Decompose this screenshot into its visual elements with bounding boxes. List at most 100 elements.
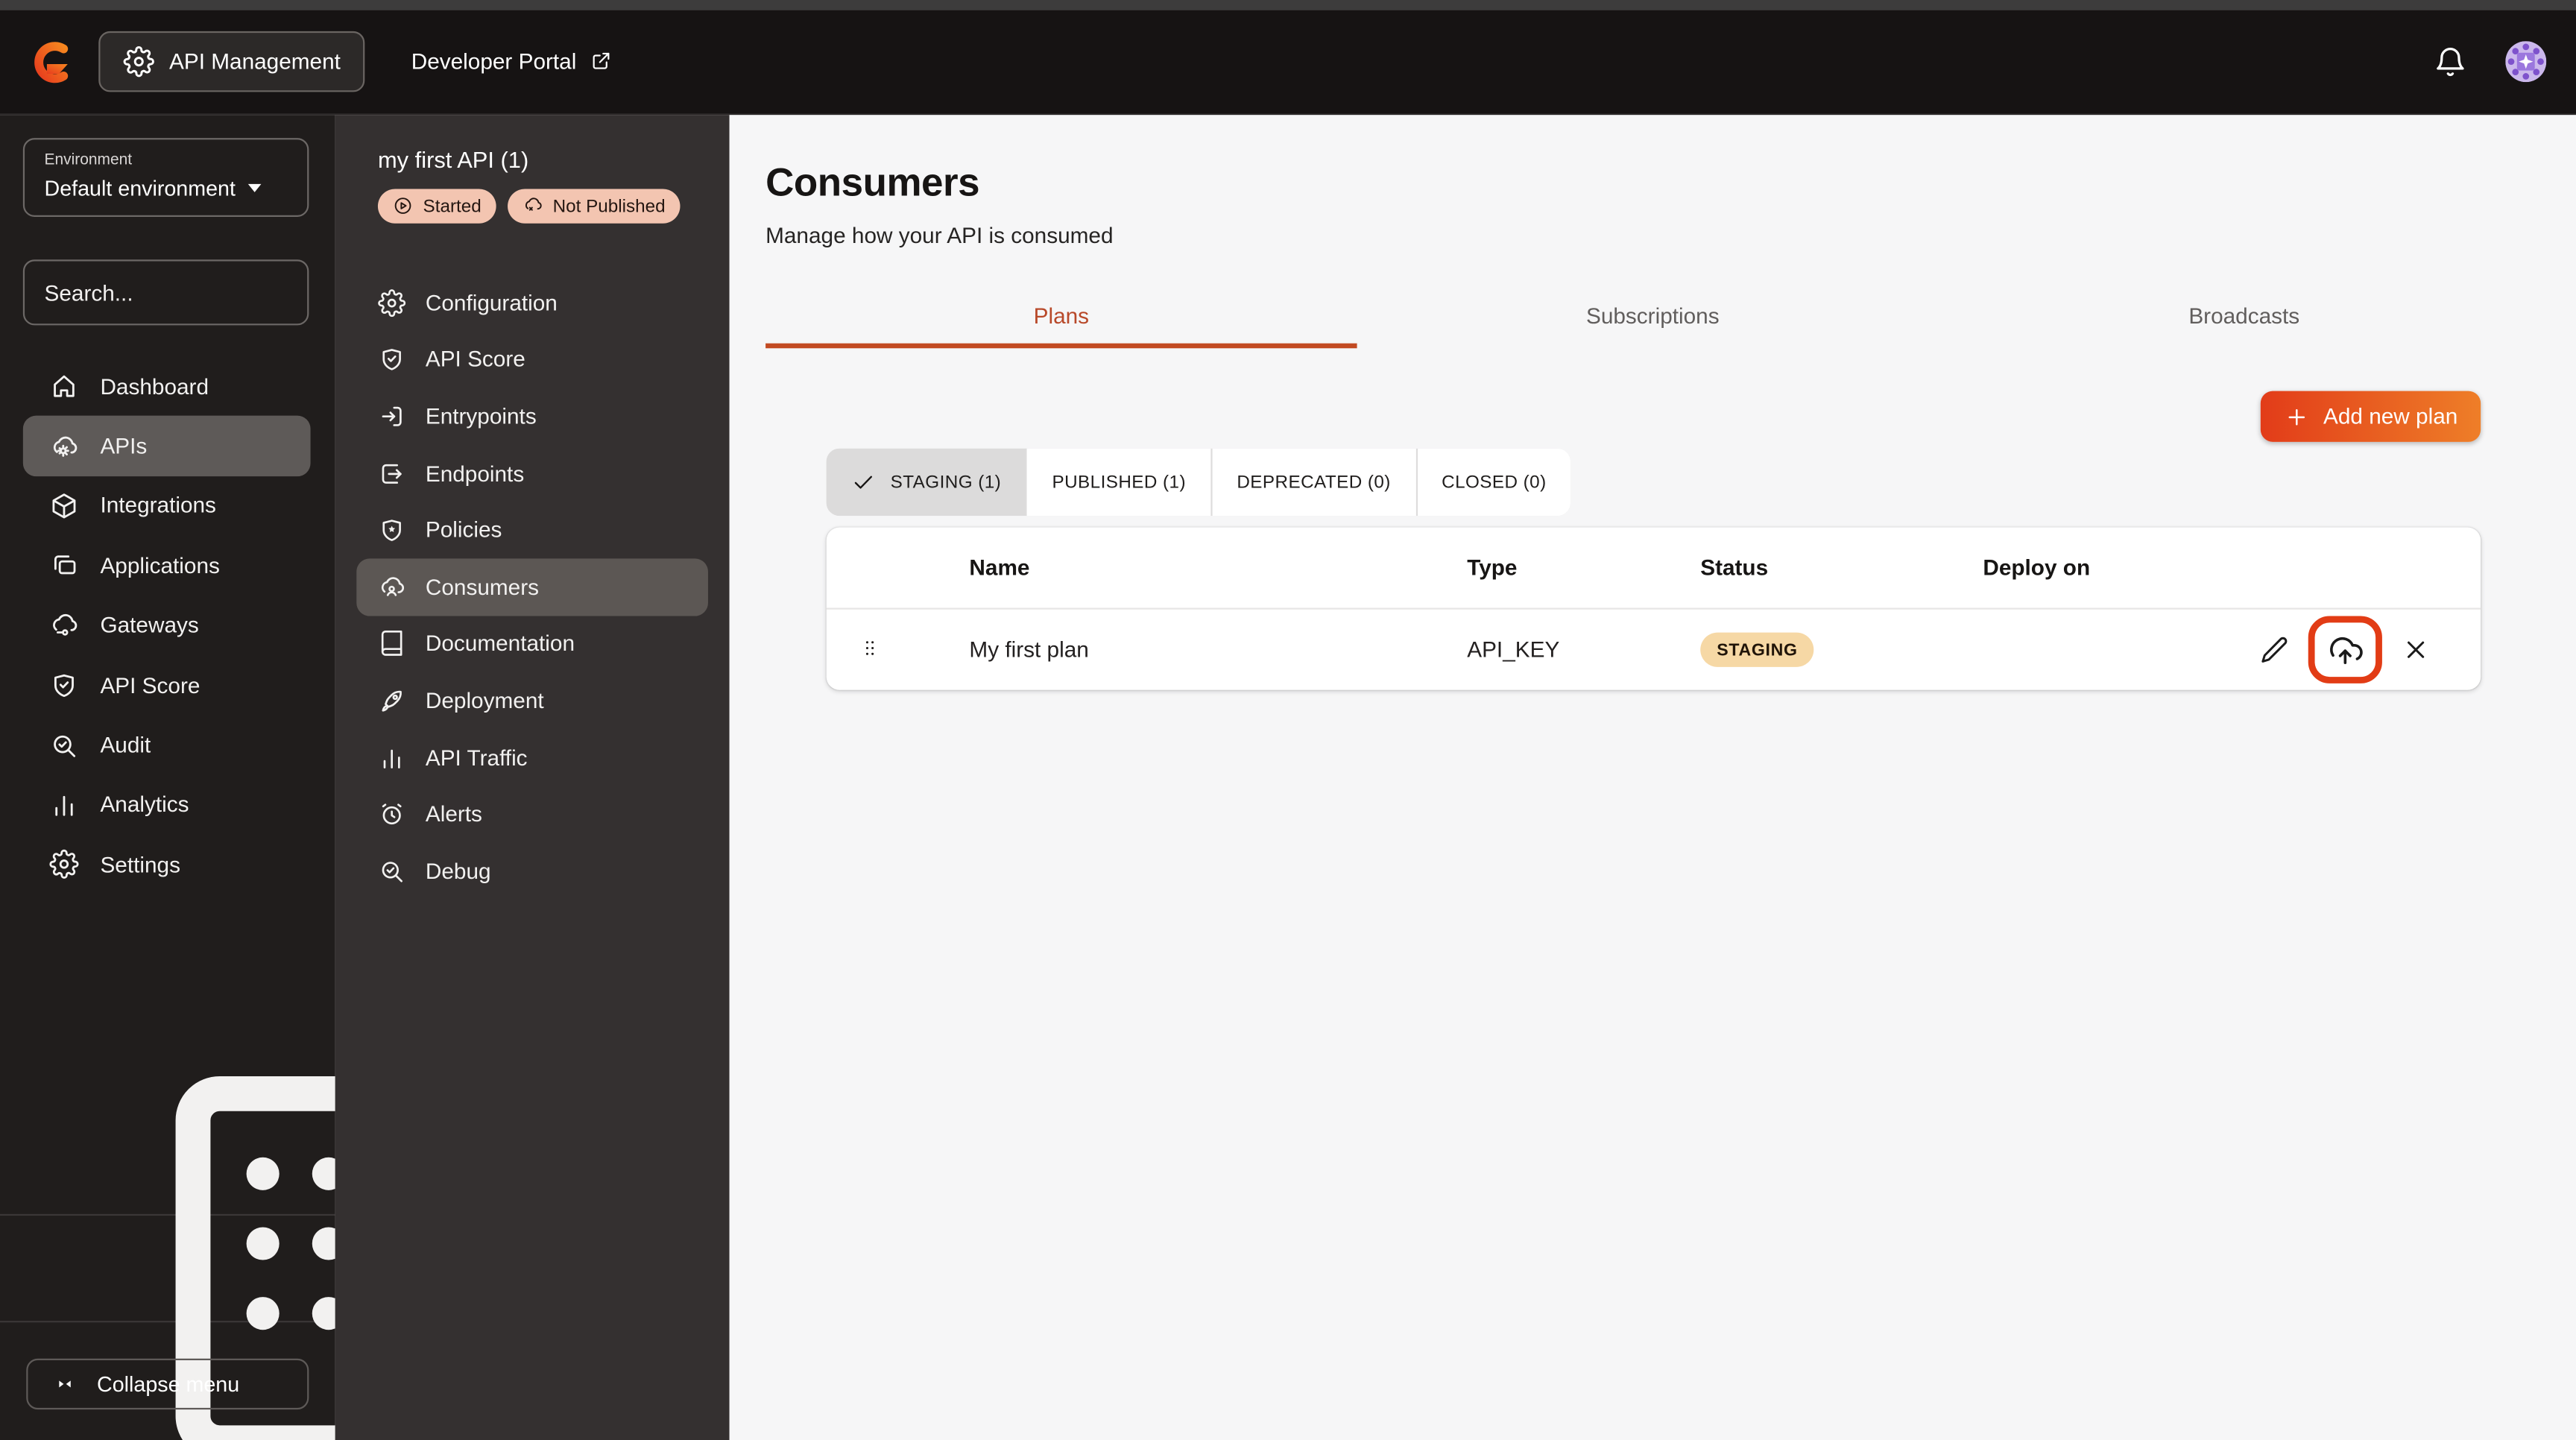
sidebar-item-apis[interactable]: APIs (22, 416, 311, 476)
collapse-menu-button[interactable]: Collapse menu (26, 1358, 309, 1410)
sidebar-item-label: Integrations (100, 493, 216, 519)
gear-icon (378, 288, 406, 317)
api-nav-configuration[interactable]: Configuration (356, 274, 708, 331)
close-plan-icon[interactable] (2400, 634, 2431, 666)
check-icon (851, 470, 876, 494)
organization-section: Organization (0, 1076, 689, 1440)
collapse-menu-label: Collapse menu (97, 1371, 240, 1397)
sidebar-item-api-score[interactable]: API Score (23, 655, 311, 715)
api-nav-label: Deployment (425, 688, 544, 713)
search-input[interactable] (44, 280, 335, 305)
filter-staging[interactable]: STAGING (1) (826, 448, 1028, 517)
sidebar-item-label: Dashboard (100, 373, 209, 399)
sidebar-search (22, 259, 360, 326)
status-badge-started: Started (377, 189, 496, 224)
api-nav-label: Consumers (425, 574, 540, 599)
consumer-tabs: Plans Subscriptions Broadcasts (765, 288, 2539, 349)
row-actions (2259, 616, 2481, 683)
sidebar-item-settings[interactable]: Settings (23, 835, 311, 894)
sidebar-item-gateways[interactable]: Gateways (23, 596, 311, 655)
drag-handle-icon[interactable] (859, 631, 881, 663)
status-badge-not-published: Not Published (507, 189, 681, 224)
notifications-bell-icon[interactable] (2433, 43, 2467, 79)
sidebar-item-label: Analytics (100, 792, 189, 818)
environment-selector[interactable]: Environment Default environment (22, 138, 309, 217)
api-nav-entrypoints[interactable]: Entrypoints (356, 388, 708, 445)
cloud-user-icon (378, 573, 405, 601)
rocket-icon (378, 686, 405, 714)
column-header-type: Type (1467, 555, 1518, 581)
chevron-down-icon (248, 183, 262, 192)
publish-plan-upload-cloud-icon[interactable] (2326, 631, 2364, 669)
column-header-status: Status (1700, 555, 1769, 581)
book-icon (378, 630, 405, 657)
publish-plan-highlight-ring[interactable] (2308, 616, 2382, 683)
filter-deprecated[interactable]: DEPRECATED (0) (1212, 448, 1418, 517)
api-nav-endpoints[interactable]: Endpoints (356, 445, 708, 502)
developer-portal-label: Developer Portal (411, 49, 577, 75)
badge-label: Started (423, 196, 482, 216)
api-nav-label: API Score (425, 347, 525, 372)
api-nav-api-traffic[interactable]: API Traffic (356, 729, 708, 786)
column-header-name: Name (969, 555, 1030, 581)
api-nav: Configuration API Score Entrypoints Endp… (335, 274, 730, 900)
tab-subscriptions[interactable]: Subscriptions (1357, 288, 1948, 349)
sidebar-item-label: API Score (100, 672, 201, 698)
filter-label: CLOSED (0) (1442, 472, 1547, 493)
sidebar-item-analytics[interactable]: Analytics (23, 775, 311, 835)
sidebar-item-label: APIs (100, 434, 148, 459)
api-management-button[interactable]: API Management (98, 31, 365, 92)
sidebar-item-integrations[interactable]: Integrations (23, 476, 311, 536)
api-management-label: API Management (169, 49, 341, 75)
badge-label: Not Published (552, 196, 666, 216)
sidebar-item-label: Audit (100, 733, 151, 758)
sidebar-item-applications[interactable]: Applications (23, 536, 311, 596)
plan-status-filter-group: STAGING (1) PUBLISHED (1) DEPRECATED (0)… (826, 448, 1571, 517)
filter-published[interactable]: PUBLISHED (1) (1027, 448, 1213, 517)
shield-star-icon (378, 516, 405, 543)
main-content: Consumers Manage how your API is consume… (729, 115, 2576, 1440)
cube-icon (49, 491, 79, 521)
api-nav-documentation[interactable]: Documentation (356, 616, 708, 672)
tab-broadcasts[interactable]: Broadcasts (1948, 288, 2539, 349)
bar-chart-icon (49, 790, 79, 820)
api-nav-debug[interactable]: Debug (356, 843, 708, 900)
api-nav-label: Entrypoints (425, 404, 537, 429)
api-nav-label: API Traffic (425, 745, 528, 770)
developer-portal-link[interactable]: Developer Portal (411, 49, 613, 74)
sidebar-item-dashboard[interactable]: Dashboard (23, 356, 311, 416)
table-header-row: Name Type Status Deploy on (826, 528, 2481, 610)
cloud-gear-icon (49, 432, 79, 461)
browser-strip (0, 0, 2576, 10)
cloud-x-icon (523, 196, 543, 217)
collapse-icon (53, 1371, 78, 1396)
column-header-deploy-on: Deploy on (1983, 555, 2091, 581)
sidebar-item-label: Gateways (100, 613, 199, 638)
filter-label: STAGING (1) (890, 472, 1002, 493)
api-status-badges: Started Not Published (377, 189, 707, 224)
api-nav-api-score[interactable]: API Score (356, 331, 708, 388)
api-nav-alerts[interactable]: Alerts (356, 786, 708, 842)
arrow-out-box-icon (378, 459, 405, 487)
plan-type: API_KEY (1467, 637, 1560, 663)
api-nav-consumers[interactable]: Consumers (356, 558, 708, 616)
api-nav-label: Debug (425, 859, 491, 884)
edit-plan-pencil-icon[interactable] (2259, 634, 2291, 666)
gear-icon (123, 45, 154, 78)
cloud-node-icon (49, 610, 79, 640)
add-new-plan-label: Add new plan (2323, 404, 2458, 429)
shield-check-icon (49, 671, 79, 701)
filter-closed[interactable]: CLOSED (0) (1417, 448, 1571, 517)
user-avatar[interactable] (2505, 41, 2547, 83)
sidebar-item-audit[interactable]: Audit (23, 716, 311, 775)
api-nav-policies[interactable]: Policies (356, 502, 708, 558)
environment-value: Default environment (44, 175, 236, 200)
add-new-plan-button[interactable]: Add new plan (2261, 391, 2481, 442)
sidebar-item-organization[interactable]: Organization (23, 1076, 689, 1440)
api-sidebar: my first API (1) Started Not Published C… (335, 115, 730, 1440)
alarm-clock-icon (378, 800, 405, 828)
plan-status-chip: STAGING (1700, 632, 1814, 667)
tab-plans[interactable]: Plans (765, 288, 1357, 349)
api-nav-deployment[interactable]: Deployment (356, 672, 708, 729)
gear-icon (49, 850, 79, 880)
